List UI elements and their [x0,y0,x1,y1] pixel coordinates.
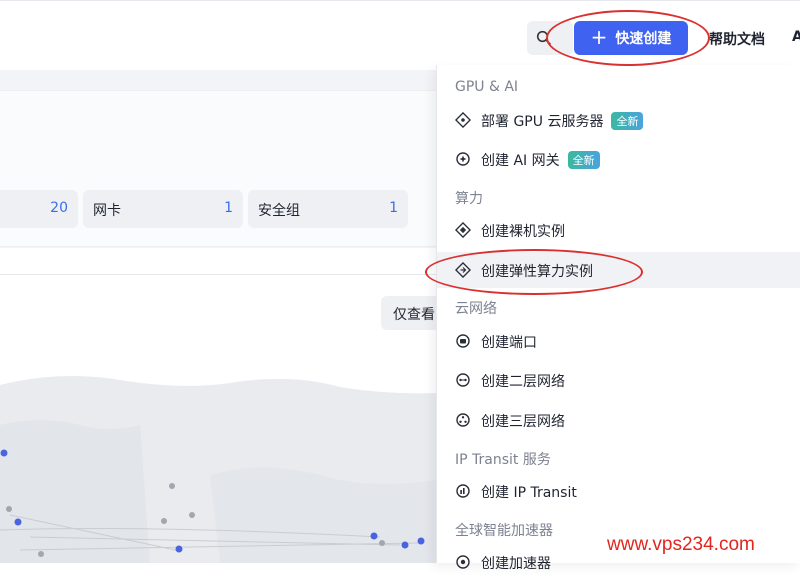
view-only-button[interactable]: 仅查看 [381,296,441,330]
quick-create-dropdown: GPU & AI 部署 GPU 云服务器 全新 创建 AI 网关 全新 算力 创建裸… [436,65,800,572]
menu-item-create-port[interactable]: 创建端口 [437,323,800,359]
stat-value: 20 [50,200,68,216]
l3-network-icon [456,413,470,427]
menu-item-label: 创建裸机实例 [481,224,565,240]
group-title-compute: 算力 [455,191,483,207]
l2-network-icon [456,373,470,387]
menu-item-label: 创建加速器 [481,556,551,572]
annotation-ring-elastic-compute [425,249,643,295]
menu-item-create-ip-transit[interactable]: 创建 IP Transit [437,473,800,509]
ai-gateway-icon [456,152,470,166]
gpu-diamond-icon [455,112,471,128]
port-icon [456,334,470,348]
panel-divider-strip [0,248,436,275]
menu-item-label: 部署 GPU 云服务器 [481,114,604,130]
menu-item-label: 创建端口 [481,335,537,351]
menu-item-create-ai-gateway[interactable]: 创建 AI 网关 全新 [437,141,800,177]
stat-value: 1 [224,200,233,216]
group-title-gpu-ai: GPU & AI [455,79,519,95]
group-title-cloud-network: 云网络 [455,301,497,317]
menu-item-deploy-gpu-server[interactable]: 部署 GPU 云服务器 全新 [437,102,800,138]
world-map [0,275,436,563]
stat-card[interactable]: 20 [0,190,78,228]
help-docs-link[interactable]: 帮助文档 [709,29,765,49]
menu-item-create-bare-metal[interactable]: 创建裸机实例 [437,212,800,248]
watermark-text: www.vps234.com [607,534,755,555]
accelerator-icon [456,555,470,569]
stat-label: 网卡 [93,203,121,219]
menu-item-label: 创建 AI 网关 [481,153,560,169]
stat-label: 安全组 [258,203,300,219]
new-badge: 全新 [611,112,644,130]
bare-metal-icon [455,222,471,238]
stat-card-nic[interactable]: 网卡 1 [83,190,243,228]
stat-card-security-group[interactable]: 安全组 1 [248,190,408,228]
ip-transit-icon [456,484,470,498]
annotation-ring-quick-create [546,10,710,66]
menu-item-create-l3-network[interactable]: 创建三层网络 [437,402,800,438]
world-map-graphic [0,376,436,563]
view-only-label: 仅查看 [393,307,435,323]
menu-item-label: 创建二层网络 [481,374,565,390]
user-menu[interactable]: A [792,29,800,45]
group-title-ip-transit: IP Transit 服务 [455,452,551,468]
menu-item-create-l2-network[interactable]: 创建二层网络 [437,362,800,398]
new-badge: 全新 [567,151,600,169]
menu-item-label: 创建 IP Transit [481,485,577,501]
group-title-global-accelerator: 全球智能加速器 [455,523,553,539]
stat-value: 1 [389,200,398,216]
menu-item-label: 创建三层网络 [481,414,565,430]
